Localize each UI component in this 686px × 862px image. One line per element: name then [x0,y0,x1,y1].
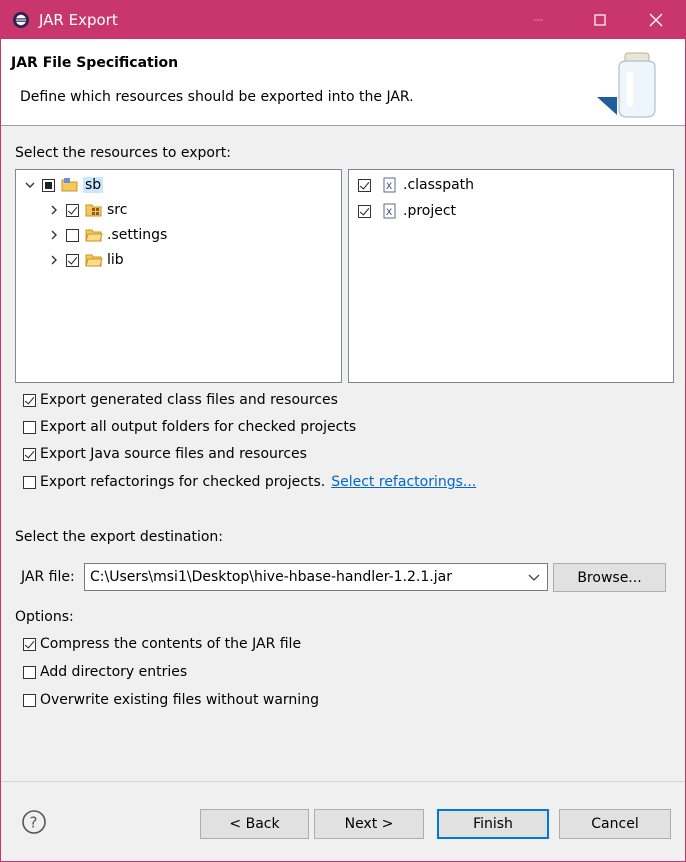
file-checkbox-classpath[interactable] [358,178,371,192]
file-item-project[interactable]: X .project [358,200,456,222]
resources-label: Select the resources to export: [15,145,231,161]
add-directory-entries-option[interactable]: Add directory entries [23,661,187,683]
chevron-down-icon[interactable] [24,179,36,191]
export-refactorings-label: Export refactorings for checked projects… [40,474,326,490]
jar-file-label: JAR file: [21,569,75,585]
export-refactorings-option[interactable]: Export refactorings for checked projects… [23,471,476,493]
jar-export-window: JAR Export JAR File Specification Define… [0,0,686,862]
eclipse-icon [13,12,29,28]
export-output-folders-checkbox[interactable] [23,420,36,434]
banner-title: JAR File Specification [11,55,179,71]
overwrite-label: Overwrite existing files without warning [40,692,319,708]
tree-checkbox-lib[interactable] [66,253,79,267]
xml-file-icon: X [383,203,396,219]
finish-button[interactable]: Finish [437,809,549,839]
minimize-icon [533,19,543,21]
add-directory-entries-checkbox[interactable] [23,665,36,679]
next-button[interactable]: Next > [314,809,424,839]
tree-checkbox-src[interactable] [66,203,79,217]
compress-option[interactable]: Compress the contents of the JAR file [23,633,301,655]
window-title: JAR Export [39,11,118,29]
file-label-project: .project [403,203,457,219]
svg-text:X: X [386,208,392,218]
folder-icon [85,229,103,242]
banner-description: Define which resources should be exporte… [20,89,414,105]
overwrite-checkbox[interactable] [23,693,36,707]
wizard-banner: JAR File Specification Define which reso… [1,39,685,126]
export-output-folders-label: Export all output folders for checked pr… [40,419,357,435]
export-java-source-option[interactable]: Export Java source files and resources [23,443,307,465]
compress-label: Compress the contents of the JAR file [40,636,302,652]
tree-label-settings: .settings [107,227,168,243]
back-button[interactable]: < Back [200,809,309,839]
options-label: Options: [15,609,74,625]
file-label-classpath: .classpath [403,177,475,193]
tree-label-src: src [107,202,128,218]
project-folder-icon [61,178,78,192]
jar-icon [597,52,656,118]
help-icon[interactable]: ? [21,809,47,835]
export-class-files-checkbox[interactable] [23,393,36,407]
chevron-right-icon[interactable] [48,204,60,216]
folder-icon [85,254,103,267]
resource-file-list[interactable]: X .classpath X .project [348,169,674,383]
tree-checkbox-settings[interactable] [66,228,79,242]
tree-item-sb[interactable]: sb [24,174,104,196]
tree-item-lib[interactable]: lib [48,249,124,271]
tree-item-settings[interactable]: .settings [48,224,167,246]
compress-checkbox[interactable] [23,637,36,651]
select-refactorings-link[interactable]: Select refactorings... [331,474,476,490]
resource-tree[interactable]: sb src .settings lib [15,169,342,383]
svg-text:X: X [386,182,392,192]
close-icon [649,13,663,27]
jar-file-value: C:\Users\msi1\Desktop\hive-hbase-handler… [90,569,452,585]
export-class-files-option[interactable]: Export generated class files and resourc… [23,389,338,411]
overwrite-option[interactable]: Overwrite existing files without warning [23,689,319,711]
tree-label-sb: sb [83,177,104,193]
tree-label-lib: lib [107,252,124,268]
close-button[interactable] [633,1,679,39]
xml-file-icon: X [383,177,396,193]
export-refactorings-checkbox[interactable] [23,475,36,489]
export-java-source-checkbox[interactable] [23,447,36,461]
browse-button[interactable]: Browse... [553,563,666,592]
file-checkbox-project[interactable] [358,204,371,218]
tree-item-src[interactable]: src [48,199,127,221]
maximize-button[interactable] [577,1,623,39]
footer-divider [1,781,685,782]
export-class-files-label: Export generated class files and resourc… [40,392,338,408]
maximize-icon [594,14,606,26]
tree-checkbox-sb[interactable] [42,178,55,192]
title-bar: JAR Export [1,1,685,39]
jar-file-combobox[interactable]: C:\Users\msi1\Desktop\hive-hbase-handler… [84,563,548,591]
chevron-down-icon[interactable] [527,572,541,584]
cancel-button[interactable]: Cancel [559,809,671,839]
svg-text:?: ? [30,814,38,832]
package-folder-icon [85,204,102,217]
minimize-button[interactable] [515,1,561,39]
chevron-right-icon[interactable] [48,229,60,241]
export-java-source-label: Export Java source files and resources [40,446,307,462]
export-output-folders-option[interactable]: Export all output folders for checked pr… [23,416,356,438]
destination-label: Select the export destination: [15,529,224,545]
file-item-classpath[interactable]: X .classpath [358,174,474,196]
add-directory-entries-label: Add directory entries [40,664,188,680]
chevron-right-icon[interactable] [48,254,60,266]
